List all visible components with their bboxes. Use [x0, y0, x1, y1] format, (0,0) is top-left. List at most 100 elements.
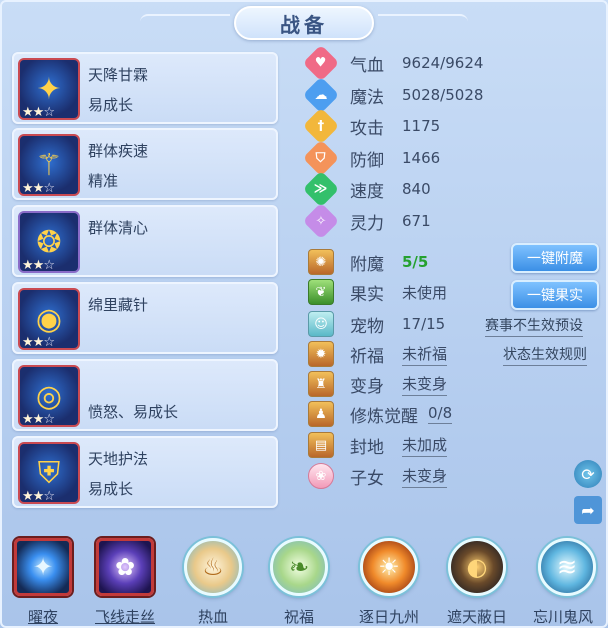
title-decoration-right [378, 14, 468, 22]
equipment-slot-4[interactable]: ◉ ★★☆ 绵里藏针 [12, 282, 278, 354]
skill-slot-7[interactable]: ≋ [534, 534, 600, 600]
transform-icon: ♜ [308, 371, 334, 397]
skill-label: 祝福 [283, 608, 314, 626]
stat-attack: † 攻击 1175 [302, 107, 441, 145]
skill-slot-4[interactable]: ❧ [266, 534, 332, 600]
skill-label: 热血 [197, 608, 228, 626]
silk-thread-icon: ✿ [96, 538, 154, 596]
aux-transform[interactable]: ♜ 变身 未变身 [308, 370, 448, 398]
skill-slot-5[interactable]: ☀ [356, 534, 422, 600]
stat-hp: ♥ 气血 9624/9624 [302, 44, 484, 82]
night-orb-icon: ✦ [14, 538, 72, 596]
equipment-slot-3[interactable]: ❂ ★★☆ 群体清心 [12, 205, 278, 277]
stat-label: 灵力 [350, 213, 384, 234]
stat-mp: ☁ 魔法 5028/5028 [302, 76, 483, 114]
aux-label: 封地 [350, 437, 384, 458]
enchant-icon: ✺ [308, 249, 334, 275]
stat-value: 9624/9624 [402, 54, 484, 72]
aux-label: 子女 [350, 468, 384, 489]
aux-pet[interactable]: ☺ 宠物 17/15 [308, 310, 445, 338]
mana-icon: ☁ [302, 76, 340, 114]
hot-blood-icon: ♨ [184, 538, 242, 596]
stat-value: 1466 [402, 149, 441, 167]
stat-value: 671 [402, 212, 431, 230]
stat-value: 1175 [402, 117, 441, 135]
aux-cultivate[interactable]: ♟ 修炼觉醒 0/8 [308, 400, 453, 428]
equipment-name: 群体疾速 [88, 142, 149, 160]
stat-spirit: ✧ 灵力 671 [302, 202, 431, 240]
skill-label: 逐日九州 [358, 608, 419, 626]
aux-label: 附魔 [350, 254, 384, 275]
star-rating: ★★☆ [22, 105, 55, 120]
equipment-attribute: 易成长 [88, 96, 134, 114]
fruit-all-button[interactable]: 一键果实 [511, 280, 599, 310]
fief-icon: ▤ [308, 432, 334, 458]
status-rules-link[interactable]: 状态生效规则 [503, 344, 587, 366]
event-preset-link[interactable]: 赛事不生效预设 [485, 315, 583, 337]
aux-label: 宠物 [350, 316, 384, 337]
eclipse-icon: ◐ [448, 538, 506, 596]
aux-value: 5/5 [402, 253, 429, 271]
aux-value: 未使用 [402, 283, 448, 302]
stat-defense: ⛉ 防御 1466 [302, 139, 441, 177]
panel-title: 战备 [234, 6, 374, 40]
lotus-icon: ❀ [308, 463, 334, 489]
skill-slot-1[interactable]: ✦ [10, 534, 76, 600]
equipment-name: 天降甘霖 [88, 66, 149, 84]
enchant-all-button[interactable]: 一键附魔 [511, 243, 599, 273]
cultivate-icon: ♟ [308, 401, 334, 427]
equipment-name: 绵里藏针 [88, 296, 149, 314]
aux-label: 修炼觉醒 [350, 406, 418, 427]
pet-icon: ☺ [308, 311, 334, 337]
aux-child[interactable]: ❀ 子女 未变身 [308, 462, 448, 490]
blessing-orb-icon: ❧ [270, 538, 328, 596]
equipment-name: 天地护法 [88, 450, 149, 468]
aux-enchant: ✺ 附魔 5/5 [308, 248, 428, 276]
panel-title-text: 战备 [280, 12, 328, 37]
stat-label: 魔法 [350, 87, 384, 108]
skill-slot-6[interactable]: ◐ [444, 534, 510, 600]
aux-value: 17/15 [402, 315, 446, 333]
skill-slot-3[interactable]: ♨ [180, 534, 246, 600]
aux-fief[interactable]: ▤ 封地 未加成 [308, 431, 448, 459]
aux-value[interactable]: 未变身 [402, 465, 448, 488]
star-rating: ★★☆ [22, 412, 55, 427]
title-decoration-left [140, 14, 230, 22]
aux-label: 果实 [350, 284, 384, 305]
spirit-icon: ✧ [302, 202, 340, 240]
equipment-name: 群体清心 [88, 219, 149, 237]
aux-value[interactable]: 未加成 [402, 434, 448, 457]
chase-sun-icon: ☀ [360, 538, 418, 596]
skill-label: 忘川鬼风 [532, 608, 593, 626]
speed-icon: ≫ [302, 170, 340, 208]
equipment-attribute: 精准 [88, 172, 119, 190]
stat-label: 气血 [350, 55, 384, 76]
blessing-icon: ✹ [308, 341, 334, 367]
aux-blessing[interactable]: ✹ 祈福 未祈福 [308, 340, 448, 368]
stat-label: 攻击 [350, 118, 384, 139]
aux-value[interactable]: 0/8 [428, 404, 453, 424]
share-icon[interactable]: ➦ [574, 496, 602, 524]
shield-icon: ⛉ [302, 139, 340, 177]
star-rating: ★★☆ [22, 489, 55, 504]
equipment-attribute: 愤怒、易成长 [88, 403, 179, 421]
ghost-wind-icon: ≋ [538, 538, 596, 596]
refresh-icon[interactable]: ⟳ [574, 460, 602, 488]
heart-icon: ♥ [302, 44, 340, 82]
skill-slot-2[interactable]: ✿ [92, 534, 158, 600]
equipment-slot-1[interactable]: ✦ ★★☆ 天降甘霖 易成长 [12, 52, 278, 124]
stat-label: 防御 [350, 150, 384, 171]
equipment-slot-6[interactable]: ⛨ ★★☆ 天地护法 易成长 [12, 436, 278, 508]
skill-label: 飞线走丝 [94, 608, 155, 626]
stat-speed: ≫ 速度 840 [302, 170, 431, 208]
aux-label: 变身 [350, 376, 384, 397]
aux-value[interactable]: 未变身 [402, 373, 448, 396]
sword-icon: † [302, 107, 340, 145]
equipment-slot-2[interactable]: ⚚ ★★☆ 群体疾速 精准 [12, 128, 278, 200]
skill-label: 曜夜 [27, 608, 58, 626]
aux-fruit: ❦ 果实 未使用 [308, 278, 447, 306]
star-rating: ★★☆ [22, 335, 55, 350]
stat-value: 840 [402, 180, 431, 198]
equipment-slot-5[interactable]: ◎ ★★☆ 愤怒、易成长 [12, 359, 278, 431]
aux-value[interactable]: 未祈福 [402, 343, 448, 366]
